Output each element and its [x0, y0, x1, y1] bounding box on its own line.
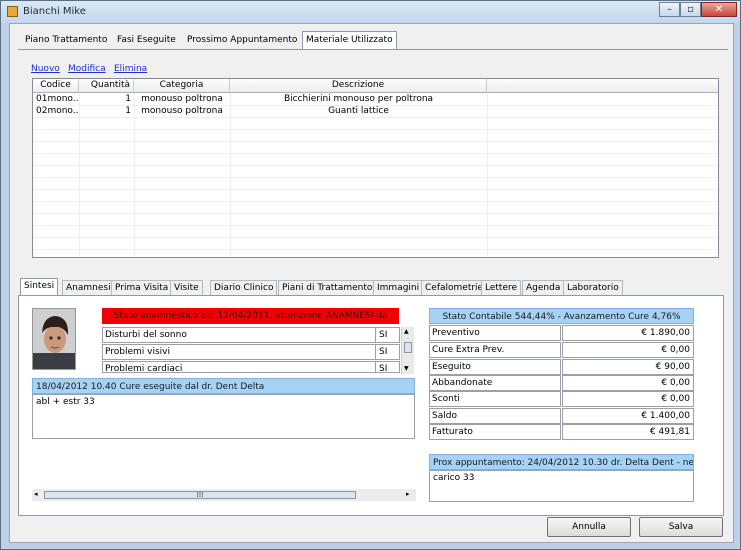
- col-filler: [487, 79, 718, 93]
- annulla-button[interactable]: Annulla: [547, 517, 631, 537]
- col-quantita[interactable]: Quantità: [79, 79, 134, 93]
- tab-cefalometrie[interactable]: Cefalometrie: [421, 280, 488, 296]
- cell-categoria[interactable]: monouso poltrona: [134, 93, 230, 105]
- tab-anamnesi[interactable]: Anamnesi: [62, 280, 115, 296]
- accounting-value: € 491,81: [562, 424, 694, 440]
- minimize-icon[interactable]: –: [659, 2, 680, 17]
- app-icon: [7, 6, 18, 17]
- accounting-header: Stato Contabile 544,44% - Avanzamento Cu…: [429, 308, 694, 324]
- cell-divider: [375, 362, 376, 372]
- anamnesi-value: SI: [379, 364, 388, 373]
- grid-line: [33, 237, 718, 238]
- client-area: Piano Trattamento Fasi Eseguite Prossimo…: [9, 23, 734, 543]
- cell-quantita[interactable]: 1: [79, 93, 134, 105]
- grid-line: [33, 129, 718, 130]
- accounting-label: Eseguito: [429, 359, 561, 375]
- anamnesi-row[interactable]: Problemi visivi SI: [102, 344, 400, 360]
- close-icon[interactable]: ✕: [701, 2, 737, 17]
- grid-line: [33, 117, 718, 118]
- tab-sintesi[interactable]: Sintesi: [20, 278, 59, 296]
- patient-avatar: [32, 308, 76, 370]
- grid-line: [33, 165, 718, 166]
- accounting-value: € 90,00: [562, 359, 694, 375]
- accounting-value: € 0,00: [562, 391, 694, 407]
- accounting-label: Saldo: [429, 408, 561, 424]
- scroll-thumb[interactable]: [404, 342, 412, 353]
- tab-laboratorio[interactable]: Laboratorio: [563, 280, 623, 296]
- anamnesi-warning: Stato anamnestico del 12/04/2011, attenz…: [102, 308, 399, 337]
- cell-divider: [375, 328, 376, 342]
- hscroll-thumb[interactable]: ⁞⁞⁞: [44, 491, 356, 499]
- tab-diario-clinico[interactable]: Diario Clinico: [210, 280, 278, 296]
- cell-descrizione[interactable]: Guanti lattice: [230, 105, 487, 117]
- tab-lettere[interactable]: Lettere: [481, 280, 522, 296]
- accounting-label: Abbandonate: [429, 375, 561, 391]
- tab-prima-visita[interactable]: Prima Visita: [111, 280, 173, 296]
- next-appointment-header: Prox appuntamento: 24/04/2012 10.30 dr. …: [429, 454, 694, 470]
- cell-codice[interactable]: 02mono...: [33, 105, 79, 117]
- col-codice[interactable]: Codice: [33, 79, 79, 93]
- cell-categoria[interactable]: monouso poltrona: [134, 105, 230, 117]
- elimina-link[interactable]: Elimina: [114, 64, 147, 74]
- tab-immagini[interactable]: Immagini: [373, 280, 424, 296]
- anamnesi-label: Problemi visivi: [105, 347, 170, 357]
- anamnesi-row[interactable]: Problemi cardiaci SI: [102, 361, 400, 373]
- cell-divider: [375, 345, 376, 359]
- grid-line: [33, 249, 718, 250]
- last-visit-note[interactable]: abl + estr 33: [32, 394, 415, 439]
- anamnesi-row[interactable]: Disturbi del sonno SI: [102, 327, 400, 343]
- tab-materiale-utilizzato[interactable]: Materiale Utilizzato: [302, 31, 397, 49]
- anamnesi-value: SI: [379, 347, 388, 357]
- title-bar: Bianchi Mike – ▫ ✕: [1, 1, 740, 23]
- tab-piani-di-trattamento[interactable]: Piani di Trattamento: [278, 280, 377, 296]
- anamnesi-label: Disturbi del sonno: [105, 330, 187, 340]
- accounting-value: € 1.400,00: [562, 408, 694, 424]
- salva-button[interactable]: Salva: [639, 517, 723, 537]
- anamnesi-scrollbar[interactable]: ▲ ▼: [401, 327, 414, 374]
- scroll-left-icon[interactable]: ◂: [34, 490, 38, 498]
- grid-line: [33, 153, 718, 154]
- modifica-link[interactable]: Modifica: [68, 64, 106, 74]
- accounting-label: Cure Extra Prev.: [429, 342, 561, 358]
- tab-prossimo-appuntamento[interactable]: Prossimo Appuntamento: [184, 32, 300, 49]
- accounting-label: Sconti: [429, 391, 561, 407]
- tab-agenda[interactable]: Agenda: [522, 280, 565, 296]
- tab-visite[interactable]: Visite: [170, 280, 203, 296]
- grid-line: [33, 141, 718, 142]
- next-appointment-note[interactable]: carico 33: [429, 470, 694, 502]
- accounting-label: Fatturato: [429, 424, 561, 440]
- col-categoria[interactable]: Categoria: [134, 79, 230, 93]
- tab-piano-trattamento[interactable]: Piano Trattamento: [22, 32, 110, 49]
- grid-line: [33, 213, 718, 214]
- grid-line: [33, 189, 718, 190]
- accounting-value: € 0,00: [562, 375, 694, 391]
- grid-line: [33, 201, 718, 202]
- anamnesi-label: Problemi cardiaci: [105, 364, 183, 373]
- sintesi-hscrollbar[interactable]: ◂ ⁞⁞⁞ ▸: [32, 489, 416, 501]
- accounting-value: € 1.890,00: [562, 325, 694, 341]
- last-visit-header: 18/04/2012 10.40 Cure eseguite dal dr. D…: [32, 378, 415, 394]
- patient-photo: [33, 309, 75, 369]
- grid-line: [33, 225, 718, 226]
- scroll-down-icon[interactable]: ▼: [404, 365, 409, 372]
- cell-descrizione[interactable]: Bicchierini monouso per poltrona: [230, 93, 487, 105]
- materiale-grid[interactable]: Codice Quantità Categoria Descrizione 01…: [32, 78, 719, 258]
- accounting-label: Preventivo: [429, 325, 561, 341]
- grid-line: [33, 177, 718, 178]
- tab-fasi-eseguite[interactable]: Fasi Eseguite: [114, 32, 179, 49]
- anamnesi-value: SI: [379, 330, 388, 340]
- cell-codice[interactable]: 01mono...: [33, 93, 79, 105]
- scroll-right-icon[interactable]: ▸: [406, 490, 410, 498]
- cell-quantita[interactable]: 1: [79, 105, 134, 117]
- window-title: Bianchi Mike: [23, 6, 86, 17]
- nuovo-link[interactable]: Nuovo: [31, 64, 60, 74]
- maximize-icon[interactable]: ▫: [680, 2, 701, 17]
- accounting-value: € 0,00: [562, 342, 694, 358]
- main-window: Bianchi Mike – ▫ ✕ Piano Trattamento Fas…: [0, 0, 741, 550]
- scroll-up-icon[interactable]: ▲: [404, 328, 409, 335]
- col-descrizione[interactable]: Descrizione: [230, 79, 487, 93]
